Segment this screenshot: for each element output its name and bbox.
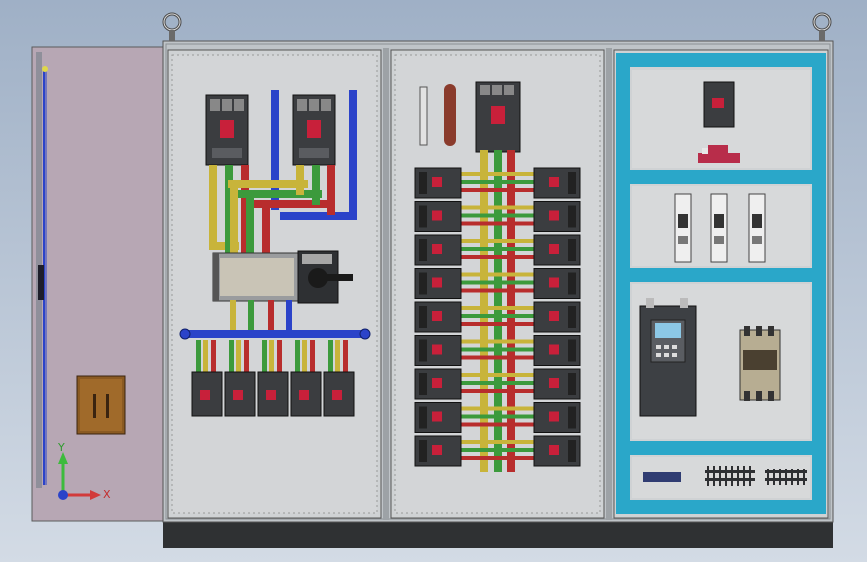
cabinet-plinth xyxy=(163,520,833,548)
din-rail xyxy=(630,170,812,184)
terminal-strip xyxy=(419,86,428,146)
cad-viewport[interactable]: Y X xyxy=(0,0,867,562)
din-rail xyxy=(630,441,812,455)
branch-breaker xyxy=(533,201,581,232)
triad-x-label: X xyxy=(103,488,111,501)
branch-breaker xyxy=(533,167,581,199)
branch-breaker xyxy=(533,368,581,400)
busbar xyxy=(209,165,217,250)
door-pocket xyxy=(76,375,126,435)
branch-breaker xyxy=(414,402,462,433)
branch-breaker xyxy=(533,335,581,366)
branch-breaker xyxy=(414,301,462,333)
triad-y-label: Y xyxy=(57,441,65,454)
control-breaker xyxy=(703,81,735,128)
transfer-switch xyxy=(212,250,353,304)
main-breaker xyxy=(475,81,521,153)
fuse-holders xyxy=(674,193,766,263)
section-middle xyxy=(390,49,605,519)
main-breaker xyxy=(205,94,249,166)
din-rail xyxy=(630,268,812,282)
branch-breaker xyxy=(414,368,462,400)
branch-breaker xyxy=(533,268,581,299)
main-breaker xyxy=(292,94,336,166)
contactor xyxy=(739,326,781,401)
cabinet-door xyxy=(31,46,166,522)
ground-bar xyxy=(444,84,456,146)
vfd-drive xyxy=(639,298,697,417)
busbar xyxy=(349,90,357,220)
branch-breaker xyxy=(533,234,581,266)
branch-breaker xyxy=(414,201,462,232)
branch-breaker xyxy=(533,301,581,333)
section-left xyxy=(167,49,382,519)
branch-breaker xyxy=(533,435,581,467)
branch-breaker xyxy=(414,335,462,366)
branch-breaker xyxy=(533,402,581,433)
neutral-busbar xyxy=(179,328,371,340)
branch-breaker xyxy=(414,167,462,199)
branch-breaker xyxy=(414,234,462,266)
branch-breaker xyxy=(414,268,462,299)
branch-breaker xyxy=(414,435,462,467)
section-right xyxy=(613,49,829,519)
